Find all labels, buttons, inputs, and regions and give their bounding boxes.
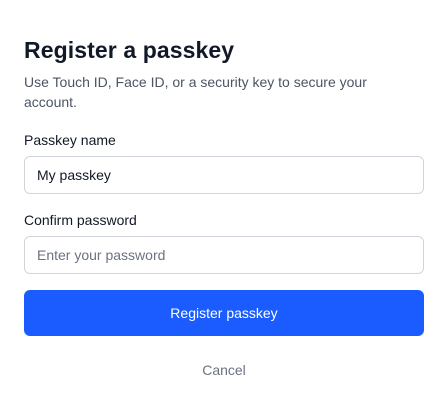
register-passkey-button[interactable]: Register passkey (24, 290, 424, 336)
confirm-password-field-group: Confirm password (24, 212, 424, 274)
register-passkey-dialog: Register a passkey Use Touch ID, Face ID… (0, 0, 448, 418)
confirm-password-label: Confirm password (24, 212, 137, 228)
dialog-title: Register a passkey (24, 37, 235, 63)
cancel-button[interactable]: Cancel (194, 356, 254, 384)
dialog-description: Use Touch ID, Face ID, or a security key… (24, 74, 367, 110)
passkey-name-input[interactable] (24, 156, 424, 194)
passkey-name-label: Passkey name (24, 132, 116, 148)
passkey-name-field-group: Passkey name (24, 132, 424, 194)
confirm-password-input[interactable] (24, 236, 424, 274)
